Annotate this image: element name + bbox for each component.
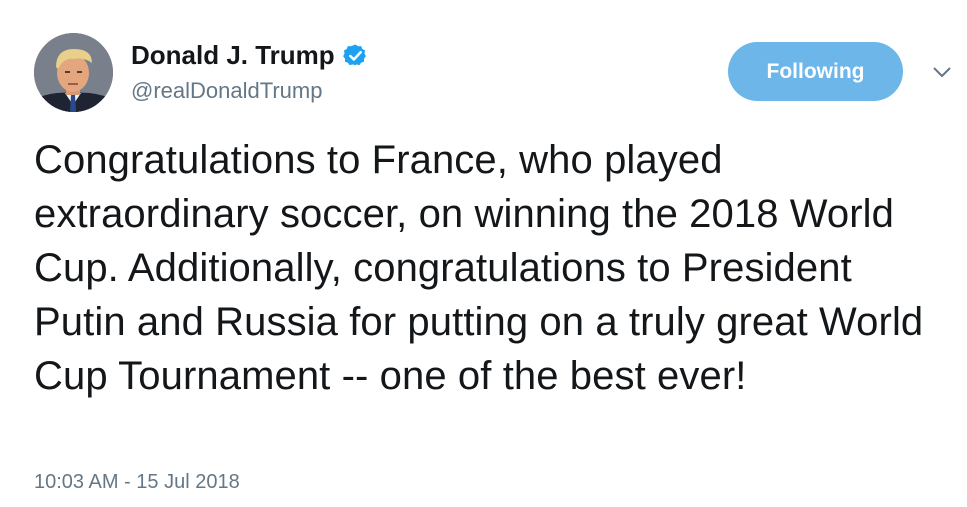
user-handle[interactable]: @realDonaldTrump [131,78,322,104]
display-name[interactable]: Donald J. Trump [131,40,335,71]
tweet-card: Donald J. Trump @realDonaldTrump Followi… [0,0,967,507]
tweet-text: Congratulations to France, who played ex… [34,138,924,398]
avatar-image [34,33,113,112]
user-name-row: Donald J. Trump [131,38,368,72]
following-button[interactable]: Following [728,42,903,101]
avatar[interactable] [34,33,113,112]
verified-badge-icon [342,43,368,68]
chevron-down-icon[interactable] [930,62,954,82]
tweet-timestamp[interactable]: 10:03 AM - 15 Jul 2018 [34,471,240,494]
